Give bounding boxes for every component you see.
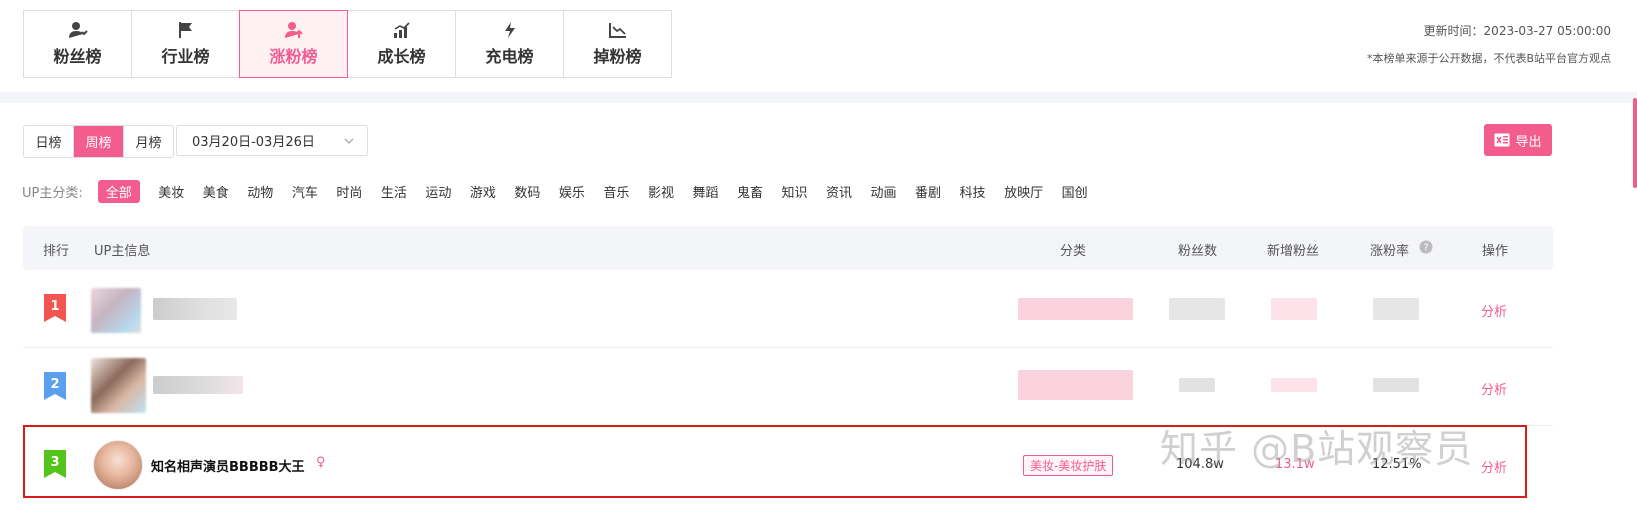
watermark: 知乎 @B站观察员 xyxy=(1160,427,1474,471)
date-range-value: 03月20日-03月26日 xyxy=(192,135,315,150)
rank-number: 1 xyxy=(50,299,59,314)
blurred-new-fans xyxy=(1271,298,1317,320)
category-item[interactable]: 动物 xyxy=(247,182,273,201)
tab-lose-fans-ranking[interactable]: 掉粉榜 xyxy=(563,10,672,78)
rank-badge: 2 xyxy=(44,372,66,400)
blurred-name xyxy=(153,298,237,320)
category-item[interactable]: 运动 xyxy=(425,182,451,201)
blurred-name xyxy=(153,376,243,394)
header-growth-rate: 涨粉率 xyxy=(1370,244,1410,259)
tab-label: 涨粉榜 xyxy=(269,47,318,66)
blurred-new-fans xyxy=(1271,378,1317,392)
tab-charge-ranking[interactable]: 充电榜 xyxy=(455,10,564,78)
analyze-link[interactable]: 分析 xyxy=(1481,379,1507,398)
header-rank: 排行 xyxy=(43,244,70,259)
period-toggle: 日榜 周榜 月榜 xyxy=(23,125,174,158)
tab-growth-fans-ranking[interactable]: 涨粉榜 xyxy=(239,10,348,78)
svg-text:?: ? xyxy=(1423,243,1428,254)
top-bar: 粉丝榜 行业榜 涨粉榜 成长榜 充电榜 掉粉榜 更新时间：2023-03-27 … xyxy=(0,0,1637,92)
blurred-avatar xyxy=(91,288,141,333)
header-category: 分类 xyxy=(1060,244,1087,259)
data-source-notice: *本榜单来源于公开数据，不代表B站平台官方观点 xyxy=(1366,52,1611,65)
category-item[interactable]: 舞蹈 xyxy=(692,182,718,201)
table-row: 2 分析 xyxy=(23,348,1553,426)
category-item[interactable]: 生活 xyxy=(381,182,407,201)
category-item[interactable]: 放映厅 xyxy=(1004,182,1043,201)
export-label: 导出 xyxy=(1515,134,1542,150)
user-heart-icon xyxy=(68,22,88,38)
help-icon[interactable]: ? xyxy=(1419,240,1433,254)
blurred-fans xyxy=(1179,378,1215,392)
rank-number: 2 xyxy=(50,377,59,392)
blurred-fans xyxy=(1169,298,1225,320)
growth-chart-icon xyxy=(393,22,410,38)
category-item[interactable]: 动画 xyxy=(871,182,897,201)
category-item[interactable]: 美食 xyxy=(203,182,229,201)
section-divider xyxy=(0,92,1637,103)
category-item[interactable]: 鬼畜 xyxy=(737,182,763,201)
tab-label: 充电榜 xyxy=(485,47,534,66)
user-up-icon xyxy=(284,22,303,38)
category-item[interactable]: 科技 xyxy=(960,182,986,201)
period-monthly-button[interactable]: 月榜 xyxy=(124,126,173,157)
tab-industry-ranking[interactable]: 行业榜 xyxy=(131,10,240,78)
tab-label: 成长榜 xyxy=(377,47,426,66)
tab-label: 掉粉榜 xyxy=(593,47,642,66)
blurred-growth-rate xyxy=(1373,378,1419,392)
category-item[interactable]: 时尚 xyxy=(336,182,362,201)
table-row: 1 分析 xyxy=(23,270,1553,348)
export-button[interactable]: 导出 xyxy=(1484,124,1552,156)
scrollbar[interactable] xyxy=(1633,98,1637,188)
category-item[interactable]: 美妆 xyxy=(158,182,184,201)
category-item[interactable]: 游戏 xyxy=(470,182,496,201)
flag-icon xyxy=(178,22,192,38)
period-daily-button[interactable]: 日榜 xyxy=(24,126,74,157)
blurred-category xyxy=(1018,298,1133,320)
tab-growth-ranking[interactable]: 成长榜 xyxy=(347,10,456,78)
header-new-fans: 新增粉丝 xyxy=(1267,244,1320,259)
header-up-info: UP主信息 xyxy=(94,244,151,259)
category-item[interactable]: 资讯 xyxy=(826,182,852,201)
blurred-category xyxy=(1018,370,1133,400)
chevron-down-icon xyxy=(344,138,354,144)
blurred-avatar xyxy=(91,358,146,413)
category-item[interactable]: 国创 xyxy=(1062,182,1088,201)
category-item[interactable]: 知识 xyxy=(781,182,807,201)
category-filter: UP主分类: 全部 美妆 美食 动物 汽车 时尚 生活 运动 游戏 数码 娱乐 … xyxy=(22,180,1106,203)
category-filter-label: UP主分类: xyxy=(22,186,83,201)
category-item[interactable]: 汽车 xyxy=(292,182,318,201)
excel-icon xyxy=(1494,133,1510,147)
category-item[interactable]: 番剧 xyxy=(915,182,941,201)
table-header: 排行 UP主信息 分类 粉丝数 新增粉丝 涨粉率 ? 操作 xyxy=(23,226,1553,270)
header-fans: 粉丝数 xyxy=(1178,244,1218,259)
line-chart-down-icon xyxy=(608,23,626,38)
tab-fans-ranking[interactable]: 粉丝榜 xyxy=(23,10,132,78)
lightning-icon xyxy=(504,22,515,38)
category-item[interactable]: 数码 xyxy=(514,182,540,201)
tab-label: 行业榜 xyxy=(161,47,210,66)
ranking-tabs: 粉丝榜 行业榜 涨粉榜 成长榜 充电榜 掉粉榜 xyxy=(23,10,672,78)
date-range-select[interactable]: 03月20日-03月26日 xyxy=(176,125,368,156)
update-time: 更新时间：2023-03-27 05:00:00 xyxy=(1423,24,1611,38)
period-weekly-button[interactable]: 周榜 xyxy=(74,126,124,157)
category-all[interactable]: 全部 xyxy=(97,180,140,203)
category-item[interactable]: 娱乐 xyxy=(559,182,585,201)
rank-badge: 1 xyxy=(44,294,66,322)
blurred-growth-rate xyxy=(1373,298,1419,320)
category-item[interactable]: 音乐 xyxy=(603,182,629,201)
category-item[interactable]: 影视 xyxy=(648,182,674,201)
analyze-link[interactable]: 分析 xyxy=(1481,301,1507,320)
tab-label: 粉丝榜 xyxy=(53,47,102,66)
header-action: 操作 xyxy=(1482,244,1509,259)
